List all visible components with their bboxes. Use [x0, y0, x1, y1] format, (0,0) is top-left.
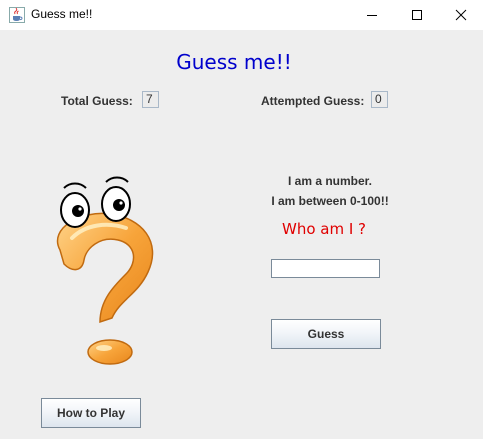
guess-input[interactable] — [271, 259, 380, 278]
close-icon — [455, 9, 467, 21]
maximize-icon — [412, 10, 422, 20]
java-cup-icon — [9, 7, 25, 23]
window-title: Guess me!! — [31, 7, 93, 21]
question-mark-with-eyes-icon — [38, 176, 168, 381]
question-text: Who am I ? — [281, 220, 366, 238]
game-heading: Guess me!! — [176, 50, 292, 74]
hint-line-1: I am a number. — [287, 174, 373, 188]
minimize-icon — [367, 15, 377, 16]
total-guess-value: 7 — [142, 91, 159, 108]
how-to-play-button[interactable]: How to Play — [41, 398, 141, 428]
attempted-guess-label: Attempted Guess: — [261, 94, 365, 108]
title-bar[interactable]: Guess me!! — [0, 0, 483, 30]
close-button[interactable] — [438, 0, 483, 30]
total-guess-label: Total Guess: — [61, 94, 133, 108]
guess-button[interactable]: Guess — [271, 319, 381, 349]
attempted-guess-value: 0 — [371, 91, 388, 108]
minimize-button[interactable] — [349, 0, 394, 30]
game-panel: Guess me!! Total Guess: 7 Attempted Gues… — [0, 30, 483, 439]
maximize-button[interactable] — [394, 0, 439, 30]
hint-line-2: I am between 0-100!! — [271, 194, 389, 208]
